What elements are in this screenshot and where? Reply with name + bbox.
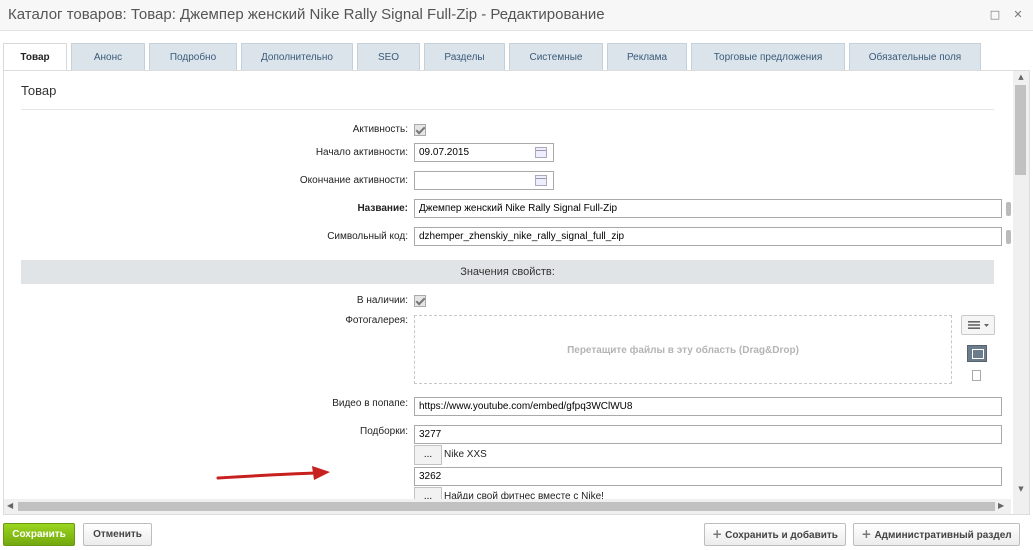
end-date-input[interactable] [414, 171, 554, 190]
code-input[interactable]: dzhemper_zhenskiy_nike_rally_signal_full… [414, 227, 1002, 246]
image-upload-icon[interactable] [967, 345, 987, 362]
scroll-up-icon[interactable]: ▲ [1016, 73, 1026, 81]
cancel-button[interactable]: Отменить [83, 523, 152, 546]
active-label: Активность: [352, 124, 408, 135]
tab-sections[interactable]: Разделы [424, 43, 505, 70]
translit-toggle-icon[interactable] [1006, 202, 1011, 216]
window-title: Каталог товаров: Товар: Джемпер женский … [8, 6, 605, 23]
selection-id-input[interactable]: 3277 [414, 425, 1002, 444]
tab-additional[interactable]: Дополнительно [241, 43, 353, 70]
calendar-icon[interactable] [535, 175, 547, 186]
selection-name: Nike XXS [444, 449, 487, 460]
active-checkbox[interactable] [414, 124, 426, 136]
annotation-arrow-icon [216, 466, 330, 480]
tab-required-fields[interactable]: Обязательные поля [849, 43, 981, 70]
horizontal-scroll-thumb[interactable] [18, 502, 995, 511]
window-titlebar: Каталог товаров: Товар: Джемпер женский … [0, 0, 1033, 31]
tab-details[interactable]: Подробно [149, 43, 237, 70]
plus-icon: + [861, 527, 872, 541]
horizontal-scrollbar[interactable]: ◀ ▶ [4, 499, 1011, 514]
link-toggle-icon[interactable] [1006, 230, 1011, 244]
tab-system[interactable]: Системные [509, 43, 603, 70]
scroll-right-icon[interactable]: ▶ [998, 501, 1004, 510]
plus-icon: + [712, 527, 723, 541]
tab-ads[interactable]: Реклама [607, 43, 687, 70]
properties-header: Значения свойств: [21, 260, 994, 284]
selection-id-input[interactable]: 3262 [414, 467, 1002, 486]
scroll-left-icon[interactable]: ◀ [7, 501, 13, 510]
scroll-down-icon[interactable]: ▼ [1016, 485, 1026, 493]
tab-offers[interactable]: Торговые предложения [691, 43, 845, 70]
video-url-input[interactable]: https://www.youtube.com/embed/gfpq3WClWU… [414, 397, 1002, 416]
start-date-label: Начало активности: [315, 147, 408, 158]
admin-section-button[interactable]: + Административный раздел [853, 523, 1020, 546]
tab-preview[interactable]: Анонс [71, 43, 145, 70]
name-input[interactable]: Джемпер женский Nike Rally Signal Full-Z… [414, 199, 1002, 218]
section-title: Товар [21, 83, 57, 98]
save-and-add-label: Сохранить и добавить [725, 530, 838, 541]
file-upload-icon[interactable] [972, 370, 981, 381]
vertical-scroll-thumb[interactable] [1015, 85, 1026, 175]
tab-seo[interactable]: SEO [357, 43, 420, 70]
maximize-icon[interactable]: □ [988, 8, 1002, 22]
form-panel: Товар Активность: Начало активности: 09.… [3, 70, 1030, 515]
section-divider [21, 109, 994, 110]
selections-label: Подборки: [360, 426, 408, 437]
save-and-add-button[interactable]: + Сохранить и добавить [704, 523, 846, 546]
calendar-icon[interactable] [535, 147, 547, 158]
gallery-label: Фотогалерея: [345, 315, 408, 326]
gallery-menu-button[interactable] [961, 315, 995, 335]
in-stock-label: В наличии: [356, 295, 408, 306]
gallery-dropzone[interactable]: Перетащите файлы в эту область (Drag&Dro… [414, 315, 952, 384]
in-stock-checkbox[interactable] [414, 295, 426, 307]
name-label: Название: [357, 203, 408, 214]
tab-product[interactable]: Товар [3, 43, 67, 72]
start-date-input[interactable]: 09.07.2015 [414, 143, 554, 162]
vertical-scrollbar[interactable]: ▲ ▼ [1013, 71, 1029, 514]
end-date-label: Окончание активности: [299, 175, 408, 186]
video-label: Видео в попапе: [332, 398, 408, 409]
admin-section-label: Административный раздел [874, 530, 1012, 541]
close-icon[interactable]: ✕ [1011, 8, 1025, 22]
menu-icon [968, 321, 989, 329]
browse-button[interactable]: ... [414, 445, 442, 465]
code-label: Символьный код: [327, 231, 408, 242]
save-button[interactable]: Сохранить [3, 523, 75, 546]
